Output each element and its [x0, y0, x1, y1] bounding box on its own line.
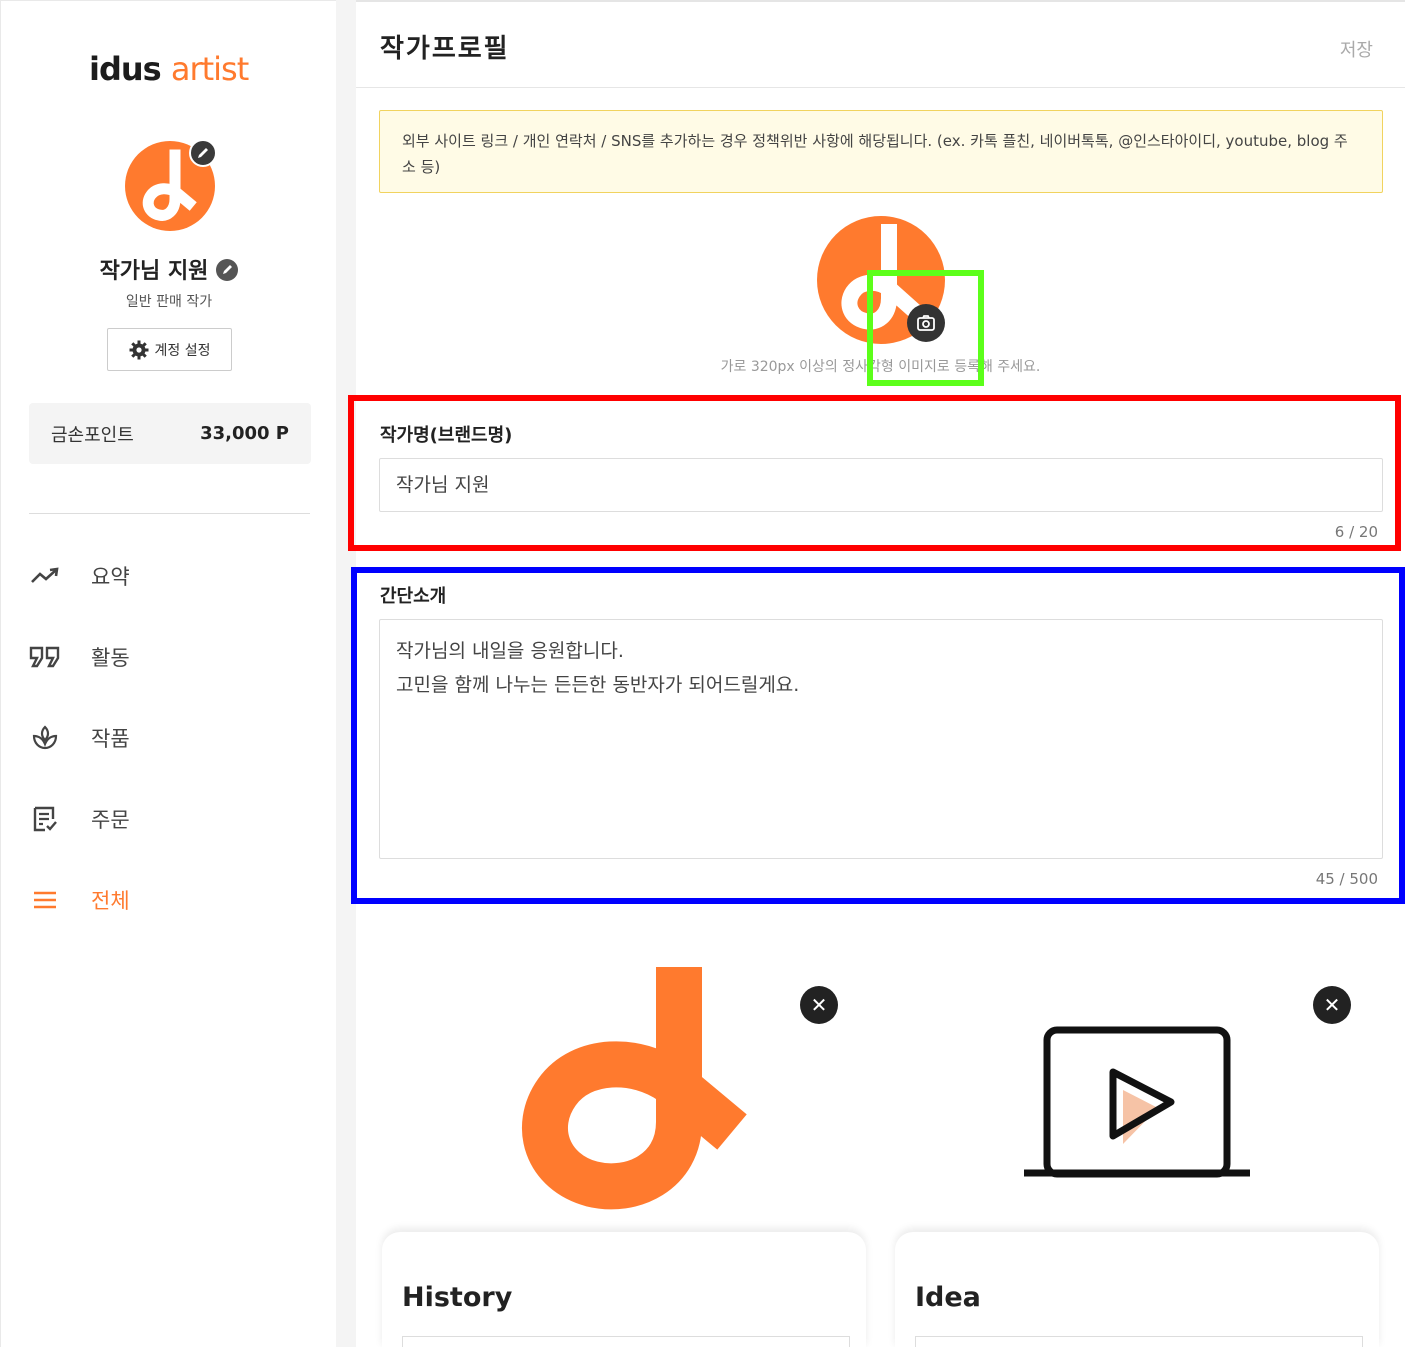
- history-card-close-button[interactable]: ✕: [800, 986, 838, 1024]
- video-laptop-icon: [1024, 1026, 1250, 1178]
- idus-artist-logo[interactable]: idus artist: [89, 50, 249, 88]
- points-value: 33,000 P: [200, 423, 289, 444]
- nav-label-works: 작품: [91, 727, 130, 751]
- history-card-title: History: [402, 1282, 513, 1313]
- history-card-input[interactable]: [402, 1336, 850, 1347]
- artist-role: 일반 판매 작가: [125, 294, 213, 310]
- highlight-intro: [351, 567, 1405, 904]
- idea-card-input[interactable]: [915, 1336, 1363, 1347]
- sidebar-divider: [29, 513, 310, 514]
- highlight-brand-name: [348, 395, 1401, 551]
- nav-label-activity: 활동: [91, 646, 130, 670]
- idea-card-close-button[interactable]: ✕: [1313, 986, 1351, 1024]
- nav-item-activity[interactable]: 활동: [29, 637, 309, 677]
- page-title: 작가프로필: [380, 34, 510, 64]
- save-button[interactable]: 저장: [1340, 36, 1373, 62]
- idus-mark-icon: [522, 967, 747, 1210]
- sidebar-avatar[interactable]: [125, 139, 217, 231]
- gear-icon: [129, 340, 148, 359]
- history-card-body: History: [382, 1232, 866, 1347]
- nav-label-all: 전체: [91, 889, 130, 913]
- points-box[interactable]: 금손포인트 33,000 P: [29, 403, 311, 464]
- order-icon: [29, 803, 61, 835]
- nav-item-all[interactable]: 전체: [29, 880, 309, 920]
- nav-item-summary[interactable]: 요약: [29, 556, 309, 596]
- nav-label-orders: 주문: [91, 808, 130, 832]
- plant-icon: [29, 722, 61, 754]
- idea-card-image: [895, 932, 1379, 1232]
- quote-icon: [29, 641, 61, 673]
- account-settings-button[interactable]: 계정 설정: [107, 328, 232, 371]
- avatar-edit-button[interactable]: [189, 139, 217, 167]
- nav-item-orders[interactable]: 주문: [29, 799, 309, 839]
- artist-name-text: 작가님 지원: [99, 259, 209, 284]
- idea-card[interactable]: ✕ Idea: [895, 932, 1379, 1347]
- sidebar: idus artist 작가님 지원 일반 판매 작가 계정 설정 금손포인트 …: [0, 0, 336, 1347]
- artist-name: 작가님 지원: [1, 253, 337, 285]
- history-card[interactable]: ✕ History: [382, 932, 866, 1347]
- main-content: 작가프로필 저장 외부 사이트 링크 / 개인 연락처 / SNS를 추가하는 …: [348, 0, 1405, 1347]
- idea-card-title: Idea: [915, 1282, 981, 1313]
- pencil-icon: [198, 148, 208, 158]
- verified-badge-icon: [216, 259, 239, 281]
- nav-label-summary: 요약: [91, 565, 130, 589]
- trend-icon: [29, 560, 61, 592]
- page-header: 작가프로필 저장: [356, 2, 1405, 88]
- account-settings-label: 계정 설정: [154, 342, 211, 359]
- nav-item-works[interactable]: 작품: [29, 718, 309, 758]
- logo-idus-text: idus: [89, 50, 162, 88]
- policy-notice: 외부 사이트 링크 / 개인 연락처 / SNS를 추가하는 경우 정책위반 사…: [379, 110, 1383, 193]
- idea-card-body: Idea: [895, 1232, 1379, 1347]
- highlight-camera: [867, 270, 984, 386]
- menu-icon: [29, 884, 61, 916]
- points-label: 금손포인트: [51, 424, 134, 446]
- logo-artist-text: artist: [170, 50, 249, 88]
- history-card-image: [382, 932, 866, 1232]
